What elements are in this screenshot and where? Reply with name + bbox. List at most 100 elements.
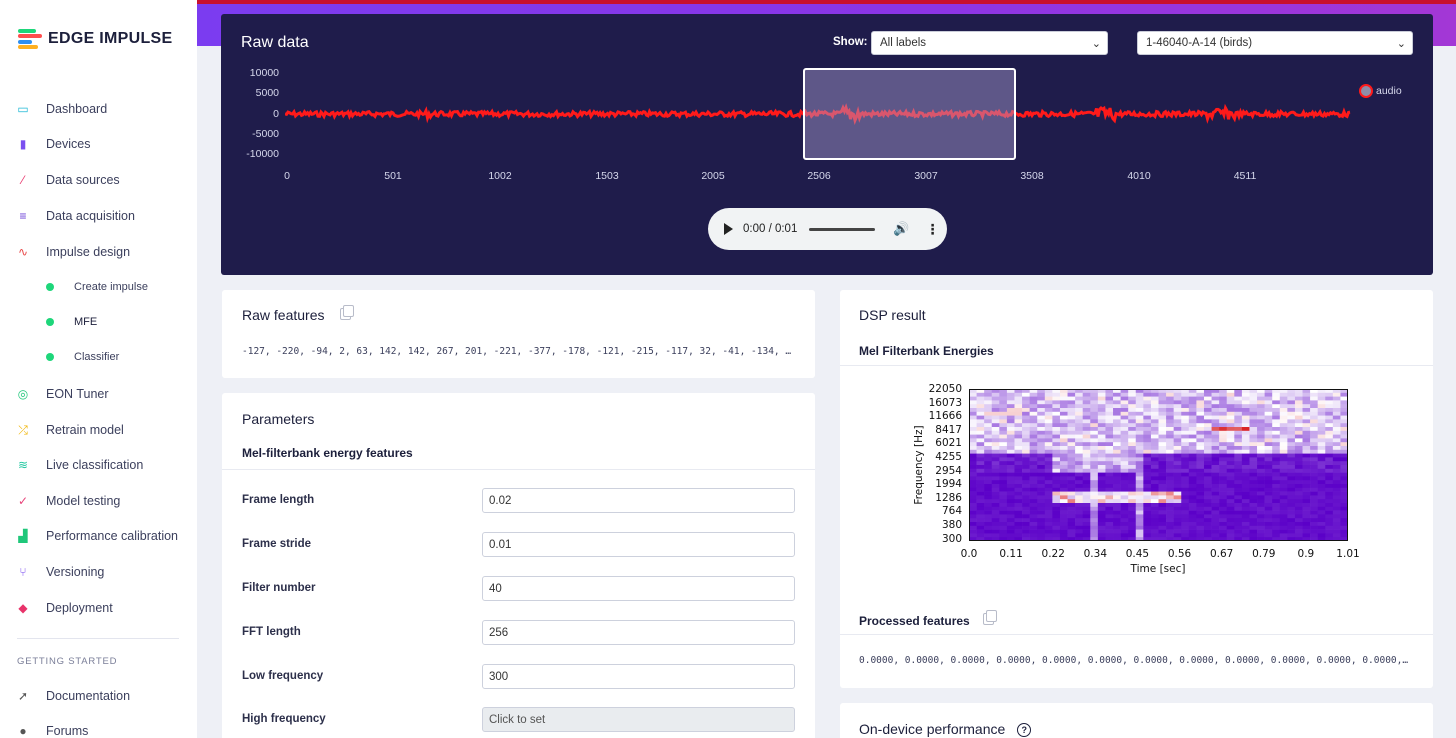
- sidebar-item-model-testing[interactable]: ✓ Model testing: [16, 489, 120, 513]
- play-icon[interactable]: [724, 223, 733, 235]
- volume-icon[interactable]: 🔊: [893, 221, 909, 237]
- heatmap-cell: [1150, 506, 1159, 511]
- sidebar-item-deployment[interactable]: ◆ Deployment: [16, 596, 112, 620]
- heatmap-cell: [1188, 522, 1197, 527]
- heatmap-cell: [1113, 506, 1121, 511]
- audio-player[interactable]: 0:00 / 0:01 🔊 ⋮: [708, 208, 947, 250]
- heatmap-cell: [1196, 461, 1205, 466]
- sidebar-item-forums[interactable]: ● Forums: [16, 719, 88, 738]
- heatmap-cell: [1128, 472, 1137, 477]
- heatmap-cell: [1196, 400, 1205, 405]
- heatmap-cell: [969, 461, 977, 466]
- low-frequency-input[interactable]: 300: [482, 664, 795, 689]
- heatmap-cell: [1022, 419, 1030, 424]
- heatmap-cell: [1052, 468, 1061, 473]
- more-options-icon[interactable]: ⋮: [926, 221, 940, 238]
- heatmap-cell: [1135, 522, 1144, 527]
- heatmap-cell: [1158, 430, 1167, 435]
- heatmap-cell: [1113, 408, 1121, 413]
- heatmap-cell: [1181, 427, 1190, 432]
- filter-number-input[interactable]: 40: [482, 576, 795, 601]
- heatmap-cell: [1272, 529, 1281, 534]
- heatmap-cell: [1196, 525, 1205, 530]
- sidebar-item-dashboard[interactable]: ▭ Dashboard: [16, 97, 107, 121]
- heatmap-cell: [1332, 442, 1341, 447]
- heatmap-cell: [1120, 392, 1129, 397]
- heatmap-cell: [1287, 457, 1296, 462]
- sidebar-item-performance-calibration[interactable]: ▟ Performance calibration: [16, 524, 178, 548]
- audio-progress-slider[interactable]: [809, 227, 876, 231]
- heatmap-cell: [1037, 514, 1046, 519]
- heatmap-cell: [1234, 442, 1243, 447]
- sample-select[interactable]: 1-46040-A-14 (birds) ⌄: [1137, 31, 1413, 55]
- heatmap-cell: [1241, 411, 1250, 416]
- heatmap-cell: [1264, 533, 1273, 538]
- label-filter-select[interactable]: All labels ⌄: [871, 31, 1108, 55]
- sidebar-item-versioning[interactable]: ⑂ Versioning: [16, 560, 104, 584]
- heatmap-cell: [1181, 434, 1190, 439]
- sidebar-item-live-classification[interactable]: ≋ Live classification: [16, 453, 143, 477]
- heatmap-cell: [1006, 430, 1015, 435]
- copy-icon[interactable]: [340, 305, 355, 320]
- heatmap-cell: [1158, 400, 1167, 405]
- heatmap-cell: [1196, 415, 1205, 420]
- heatmap-cell: [1234, 446, 1243, 451]
- legend[interactable]: audio: [1359, 84, 1402, 98]
- sidebar-subitem-classifier[interactable]: Classifier: [46, 345, 119, 369]
- heatmap-cell: [1272, 392, 1281, 397]
- heatmap-cell: [969, 472, 977, 477]
- heatmap-cell: [1006, 476, 1015, 481]
- processed-features-title-row: Processed features: [859, 610, 998, 628]
- status-dot-icon: [46, 318, 54, 326]
- sidebar-subitem-mfe[interactable]: MFE: [46, 310, 97, 334]
- heatmap-cell: [1075, 404, 1083, 409]
- sidebar-item-impulse-design[interactable]: ∿ Impulse design: [16, 240, 130, 264]
- heatmap-cell: [1279, 453, 1288, 458]
- heatmap-cell: [991, 446, 1000, 451]
- sidebar-subitem-create-impulse[interactable]: Create impulse: [46, 275, 148, 299]
- fft-length-input[interactable]: 256: [482, 620, 795, 645]
- heatmap-cell: [1211, 461, 1220, 466]
- heatmap-cell: [1022, 404, 1030, 409]
- heatmap-cell: [1226, 457, 1235, 462]
- heatmap-cell: [1257, 529, 1265, 534]
- logo[interactable]: EDGE IMPULSE: [18, 29, 173, 49]
- heatmap-cell: [976, 404, 985, 409]
- heatmap-cell: [1196, 506, 1205, 511]
- copy-icon[interactable]: [983, 610, 998, 625]
- heatmap-cell: [1294, 419, 1303, 424]
- heatmap-cell: [1294, 476, 1303, 481]
- heatmap-cell: [1317, 491, 1326, 496]
- heatmap-cell: [1332, 525, 1341, 530]
- frame-stride-input[interactable]: 0.01: [482, 532, 795, 557]
- heatmap-cell: [1128, 392, 1137, 397]
- sidebar-item-devices[interactable]: ▮ Devices: [16, 132, 91, 156]
- high-frequency-input[interactable]: Click to set: [482, 707, 795, 732]
- heatmap-cell: [1173, 400, 1182, 405]
- frame-length-input[interactable]: 0.02: [482, 488, 795, 513]
- heatmap-cell: [1128, 446, 1137, 451]
- heatmap-cell: [1234, 514, 1243, 519]
- heatmap-cell: [1090, 514, 1099, 519]
- heatmap-cell: [1158, 480, 1167, 485]
- heatmap-cell: [1241, 419, 1250, 424]
- heatmap-cell: [1075, 525, 1083, 530]
- sidebar-item-eon-tuner[interactable]: ◎ EON Tuner: [16, 382, 109, 406]
- heatmap-cell: [1059, 408, 1068, 413]
- sidebar-item-retrain-model[interactable]: ⤮ Retrain model: [16, 418, 124, 442]
- heatmap-cell: [1302, 506, 1311, 511]
- heatmap-cell: [1203, 411, 1212, 416]
- heatmap-cell: [1120, 510, 1129, 515]
- heatmap-cell: [1090, 465, 1099, 470]
- window-selection-handle[interactable]: [803, 68, 1016, 160]
- heatmap-cell: [1203, 499, 1212, 504]
- help-icon[interactable]: ?: [1017, 723, 1032, 738]
- heatmap-cell: [1188, 442, 1197, 447]
- sidebar-item-data-sources[interactable]: ⁄ Data sources: [16, 168, 120, 192]
- x-tick: 0.56: [1167, 548, 1192, 560]
- sidebar-item-data-acquisition[interactable]: ≡ Data acquisition: [16, 204, 134, 228]
- logo-text: EDGE IMPULSE: [48, 30, 173, 47]
- heatmap-cell: [1272, 514, 1281, 519]
- heatmap-cell: [1302, 404, 1311, 409]
- sidebar-item-documentation[interactable]: ➚ Documentation: [16, 684, 130, 708]
